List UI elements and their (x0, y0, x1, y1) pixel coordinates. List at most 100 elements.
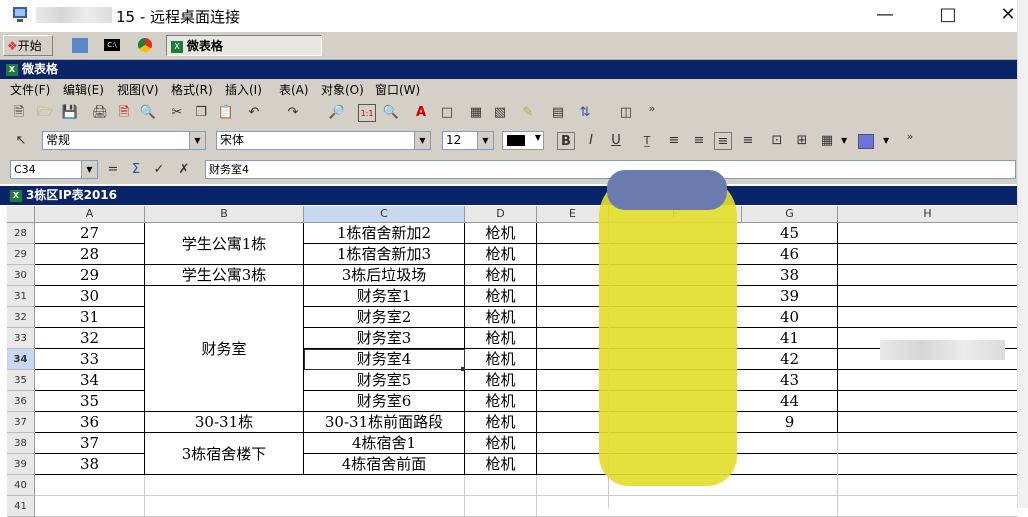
table-grid-icon[interactable]: ▦ (467, 104, 485, 122)
menu-window[interactable]: 窗口(W) (375, 81, 420, 98)
row-header[interactable]: 34 (7, 349, 35, 370)
merged-cell-b[interactable]: 30-31栋 (145, 412, 304, 433)
table-cell[interactable]: 40 (742, 307, 838, 328)
table-cell[interactable] (304, 475, 465, 496)
menu-file[interactable]: 文件(F) (10, 81, 50, 98)
merged-cell-b[interactable]: 3栋宿舍楼下 (145, 433, 304, 475)
table-cell[interactable] (742, 475, 838, 496)
row-header[interactable]: 39 (7, 454, 35, 475)
menu-view[interactable]: 视图(V) (117, 81, 159, 98)
cancel-icon[interactable]: ✗ (175, 161, 193, 179)
table-cell[interactable]: 枪机 (465, 391, 537, 412)
table-cell[interactable]: 枪机 (465, 286, 537, 307)
table-cell[interactable]: 32 (35, 328, 145, 349)
table-cell[interactable] (304, 496, 465, 517)
menu-format[interactable]: 格式(R) (171, 81, 213, 98)
row-header[interactable]: 36 (7, 391, 35, 412)
copy-icon[interactable]: ❐ (192, 104, 210, 122)
table-cell[interactable]: 27 (35, 223, 145, 244)
new-file-icon[interactable]: 🗎 (10, 104, 28, 122)
row-header[interactable]: 30 (7, 265, 35, 286)
bold-icon[interactable]: B (557, 132, 575, 150)
row-header[interactable]: 41 (7, 496, 35, 517)
quicklaunch-remote-icon[interactable] (72, 38, 88, 53)
table-cell[interactable]: 枪机 (465, 307, 537, 328)
merge-cells-icon[interactable]: ⊡ (768, 132, 786, 150)
minimize-button[interactable]: — (862, 0, 908, 31)
table-cell[interactable] (35, 475, 145, 496)
table-cell[interactable] (465, 496, 537, 517)
table-cell[interactable]: 财务室2 (304, 307, 465, 328)
zoom-100-icon[interactable]: 1:1 (358, 104, 376, 122)
columns-icon[interactable]: ▤ (549, 104, 567, 122)
taskbar-app-button[interactable]: X 微表格 (166, 35, 322, 56)
column-header-h[interactable]: H (838, 206, 1018, 223)
text-box-icon[interactable]: A (412, 104, 430, 122)
column-header-d[interactable]: D (465, 206, 537, 223)
table-cell[interactable]: 枪机 (465, 349, 537, 370)
table-cell[interactable]: 44 (742, 391, 838, 412)
table-cell[interactable]: 38 (742, 265, 838, 286)
row-header[interactable]: 29 (7, 244, 35, 265)
table-cell[interactable]: 45 (742, 223, 838, 244)
pattern-fill-icon[interactable]: ▧ (491, 104, 509, 122)
quicklaunch-chrome-icon[interactable] (138, 38, 152, 52)
italic-icon[interactable]: I (582, 132, 600, 150)
table-cell[interactable]: 枪机 (465, 328, 537, 349)
table-cell[interactable]: 33 (35, 349, 145, 370)
table-cell[interactable]: 枪机 (465, 244, 537, 265)
equals-icon[interactable]: = (104, 161, 122, 179)
print-preview-icon[interactable]: 🔍 (139, 104, 157, 122)
text-color-select[interactable]: ▼ (502, 131, 544, 150)
crop-icon[interactable]: □ (438, 104, 456, 122)
table-cell[interactable] (35, 496, 145, 517)
table-cell[interactable]: 46 (742, 244, 838, 265)
table-cell[interactable]: 财务室5 (304, 370, 465, 391)
cut-icon[interactable]: ✂ (168, 104, 186, 122)
borders-icon[interactable]: ▦ (818, 132, 836, 150)
table-cell[interactable]: 29 (35, 265, 145, 286)
print-icon[interactable]: 🖨 (91, 104, 109, 122)
table-cell[interactable]: 31 (35, 307, 145, 328)
toolbar-overflow-icon[interactable]: » (901, 128, 919, 146)
spreadsheet-grid[interactable]: ABCDEFGH 28271栋宿舍新加2枪机4529281栋宿舍新加3枪机463… (7, 170, 1018, 517)
paste-icon[interactable]: 📋 (217, 104, 235, 122)
row-header[interactable]: 35 (7, 370, 35, 391)
table-cell[interactable] (742, 433, 838, 454)
fill-color-icon[interactable] (858, 134, 874, 149)
accept-icon[interactable]: ✓ (150, 161, 168, 179)
table-cell[interactable]: 财务室1 (304, 286, 465, 307)
menu-table[interactable]: 表(A) (279, 81, 309, 98)
table-cell[interactable]: 34 (35, 370, 145, 391)
merged-cell-b[interactable]: 学生公寓1栋 (145, 223, 304, 265)
table-cell[interactable]: 42 (742, 349, 838, 370)
chevron-down-icon[interactable]: ▼ (883, 136, 889, 145)
table-cell[interactable]: 36 (35, 412, 145, 433)
zoom-icon[interactable]: 🔍 (382, 104, 400, 122)
table-cell[interactable]: 枪机 (465, 223, 537, 244)
find-icon[interactable]: 🔎 (328, 104, 346, 122)
align-right-icon[interactable]: ≡ (690, 132, 708, 150)
cell-reference-select[interactable]: C34 ▼ (10, 160, 98, 179)
table-cell[interactable]: 枪机 (465, 370, 537, 391)
table-cell[interactable]: 财务室6 (304, 391, 465, 412)
menu-object[interactable]: 对象(O) (321, 81, 364, 98)
row-header[interactable]: 32 (7, 307, 35, 328)
text-style-icon[interactable]: T̲ (638, 132, 656, 150)
start-button[interactable]: ❖开始 (3, 35, 53, 56)
row-header[interactable]: 37 (7, 412, 35, 433)
window-scrollbar[interactable] (1017, 0, 1028, 508)
toolbar-overflow-icon[interactable]: » (643, 100, 661, 118)
font-select[interactable]: 宋体 ▼ (216, 131, 431, 150)
pointer-icon[interactable]: ↖ (12, 132, 30, 150)
table-cell[interactable]: 4栋宿舍前面 (304, 454, 465, 475)
justify-icon[interactable]: ≡ (739, 132, 757, 150)
table-cell[interactable]: 41 (742, 328, 838, 349)
row-header[interactable]: 28 (7, 223, 35, 244)
corner-cell[interactable] (7, 206, 35, 223)
redo-icon[interactable]: ↷ (284, 104, 302, 122)
table-cell[interactable]: 枪机 (465, 265, 537, 286)
table-cell[interactable]: 财务室3 (304, 328, 465, 349)
table-cell[interactable]: 37 (35, 433, 145, 454)
database-icon[interactable]: ◫ (617, 104, 635, 122)
